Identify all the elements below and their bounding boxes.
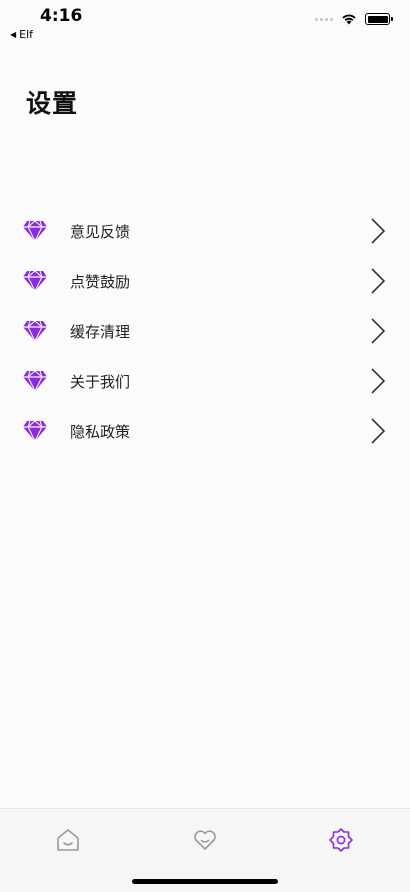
menu-item-clear-cache[interactable]: 缓存清理: [0, 306, 410, 356]
chevron-right-icon: [371, 418, 386, 444]
tab-bar: [0, 808, 410, 892]
chevron-right-icon: [371, 318, 386, 344]
menu-item-label: 缓存清理: [70, 322, 131, 341]
menu-item-label: 隐私政策: [70, 422, 131, 441]
chevron-right-icon: [371, 218, 386, 244]
back-app-label: Elf: [19, 28, 34, 41]
settings-screen: 4:16 ◀ Elf 设置 意见反馈 点赞鼓励 缓存清理 关于我们 隐私政策: [0, 0, 410, 892]
status-icons: [315, 13, 393, 25]
wifi-icon: [342, 14, 356, 25]
chevron-right-icon: [371, 368, 386, 394]
diamond-icon: [23, 220, 47, 242]
diamond-icon: [23, 370, 47, 392]
home-indicator: [132, 879, 278, 884]
menu-item-feedback[interactable]: 意见反馈: [0, 206, 410, 256]
menu-item-label: 点赞鼓励: [70, 272, 131, 291]
tab-favorites[interactable]: [192, 827, 218, 853]
cellular-signal-icon: [315, 17, 333, 21]
tab-home[interactable]: [55, 827, 81, 853]
tab-settings[interactable]: [328, 827, 354, 853]
diamond-icon: [23, 320, 47, 342]
chevron-right-icon: [371, 268, 386, 294]
diamond-icon: [23, 270, 47, 292]
back-triangle-icon: ◀: [10, 30, 17, 39]
menu-item-label: 关于我们: [70, 372, 131, 391]
menu-item-label: 意见反馈: [70, 222, 131, 241]
menu-item-like[interactable]: 点赞鼓励: [0, 256, 410, 306]
status-time: 4:16: [40, 6, 83, 26]
diamond-icon: [23, 420, 47, 442]
menu-item-privacy-policy[interactable]: 隐私政策: [0, 406, 410, 456]
battery-icon: [365, 13, 393, 25]
menu-item-about-us[interactable]: 关于我们: [0, 356, 410, 406]
settings-menu: 意见反馈 点赞鼓励 缓存清理 关于我们 隐私政策: [0, 206, 410, 456]
back-to-app-button[interactable]: ◀ Elf: [10, 28, 33, 41]
page-title: 设置: [26, 89, 79, 118]
